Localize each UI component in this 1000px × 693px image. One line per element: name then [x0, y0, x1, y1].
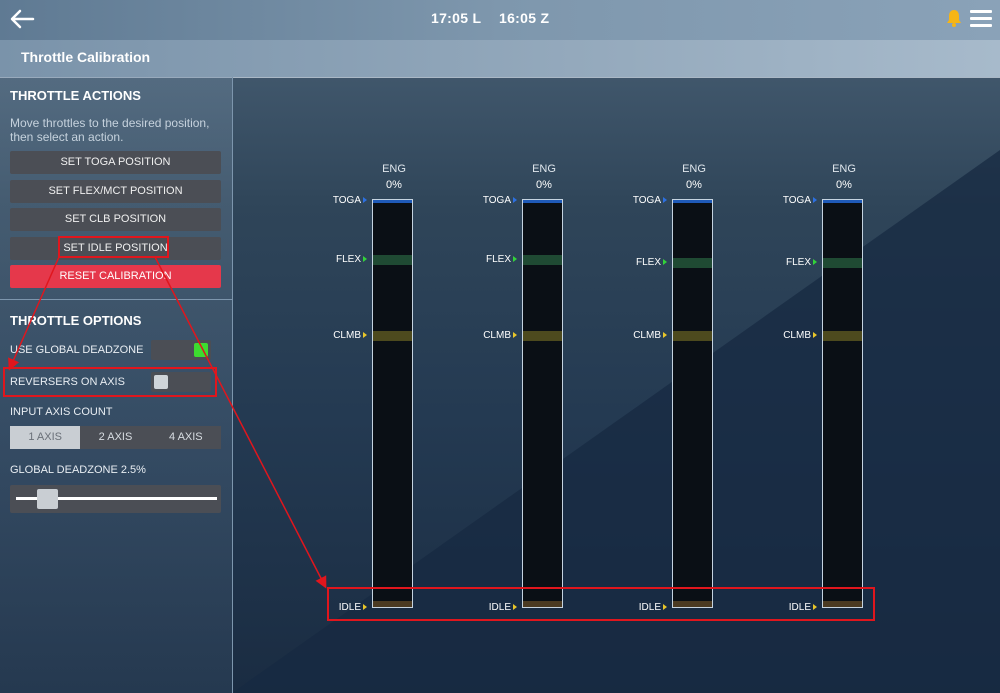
page-title: Throttle Calibration: [21, 49, 151, 65]
axis-option-1[interactable]: 1 AXIS: [10, 426, 81, 449]
engine-percent: 0%: [386, 179, 402, 191]
climb-label: CLMB: [327, 330, 367, 341]
flex-label: FLEX: [627, 257, 667, 268]
engine-name: ENG: [382, 163, 406, 175]
throttle-bar: [522, 199, 563, 608]
toga-band: [823, 200, 862, 203]
idle-band: [523, 601, 562, 607]
set-clb-button[interactable]: SET CLB POSITION: [10, 208, 221, 231]
idle-label: IDLE: [627, 602, 667, 613]
bell-icon[interactable]: [946, 9, 962, 27]
flex-band: [673, 258, 712, 268]
idle-label: IDLE: [477, 602, 517, 613]
engine-column: ENG 0% TOGA FLEX CLMB IDLE: [780, 0, 900, 693]
idle-label: IDLE: [777, 602, 817, 613]
hamburger-menu-icon[interactable]: [970, 10, 992, 28]
flex-label: FLEX: [477, 254, 517, 265]
idle-band: [823, 601, 862, 607]
set-idle-button[interactable]: SET IDLE POSITION: [10, 237, 221, 260]
climb-band: [523, 331, 562, 341]
flex-label: FLEX: [777, 257, 817, 268]
toga-label: TOGA: [627, 195, 667, 206]
flex-label: FLEX: [327, 254, 367, 265]
climb-band: [823, 331, 862, 341]
deadzone-slider[interactable]: [10, 485, 221, 513]
slider-thumb[interactable]: [37, 489, 58, 509]
toga-band: [673, 200, 712, 203]
climb-band: [373, 331, 412, 341]
flex-band: [373, 255, 412, 265]
set-flex-mct-button[interactable]: SET FLEX/MCT POSITION: [10, 180, 221, 203]
arrow-left-icon[interactable]: [9, 7, 35, 31]
engine-percent: 0%: [536, 179, 552, 191]
engine-column: ENG 0% TOGA FLEX CLMB IDLE: [630, 0, 750, 693]
axis-count-selector[interactable]: 1 AXIS 2 AXIS 4 AXIS: [10, 426, 221, 449]
idle-band: [673, 601, 712, 607]
climb-label: CLMB: [627, 330, 667, 341]
engine-percent: 0%: [686, 179, 702, 191]
climb-label: CLMB: [777, 330, 817, 341]
engine-name: ENG: [682, 163, 706, 175]
toggle-knob: [154, 375, 168, 389]
throttle-options-title: THROTTLE OPTIONS: [10, 313, 142, 328]
reversers-toggle[interactable]: [151, 372, 211, 392]
engine-name: ENG: [532, 163, 556, 175]
engine-name: ENG: [832, 163, 856, 175]
axis-option-4[interactable]: 4 AXIS: [150, 426, 221, 449]
throttle-bar: [822, 199, 863, 608]
engine-column: ENG 0% TOGA FLEX CLMB IDLE: [480, 0, 600, 693]
section-divider: [0, 299, 232, 300]
idle-label: IDLE: [327, 602, 367, 613]
global-deadzone-toggle-label: USE GLOBAL DEADZONE: [10, 344, 144, 356]
toga-band: [373, 200, 412, 203]
throttle-actions-title: THROTTLE ACTIONS: [10, 88, 141, 103]
throttle-actions-hint: Move throttles to the desired position, …: [10, 116, 210, 144]
toga-band: [523, 200, 562, 203]
toga-label: TOGA: [327, 195, 367, 206]
toggle-knob: [194, 343, 208, 357]
climb-label: CLMB: [477, 330, 517, 341]
flex-band: [523, 255, 562, 265]
global-deadzone-toggle[interactable]: [151, 340, 211, 360]
throttle-bar: [372, 199, 413, 608]
toga-label: TOGA: [777, 195, 817, 206]
set-toga-button[interactable]: SET TOGA POSITION: [10, 151, 221, 174]
toga-label: TOGA: [477, 195, 517, 206]
engine-column: ENG 0% TOGA FLEX CLMB IDLE: [330, 0, 450, 693]
climb-band: [673, 331, 712, 341]
reversers-toggle-label: REVERSERS ON AXIS: [10, 376, 125, 388]
idle-band: [373, 601, 412, 607]
throttle-bar: [672, 199, 713, 608]
axis-count-label: INPUT AXIS COUNT: [10, 406, 113, 418]
engine-percent: 0%: [836, 179, 852, 191]
deadzone-slider-label: GLOBAL DEADZONE 2.5%: [10, 464, 146, 476]
reset-calibration-button[interactable]: RESET CALIBRATION: [10, 265, 221, 288]
flex-band: [823, 258, 862, 268]
axis-option-2[interactable]: 2 AXIS: [80, 426, 151, 449]
